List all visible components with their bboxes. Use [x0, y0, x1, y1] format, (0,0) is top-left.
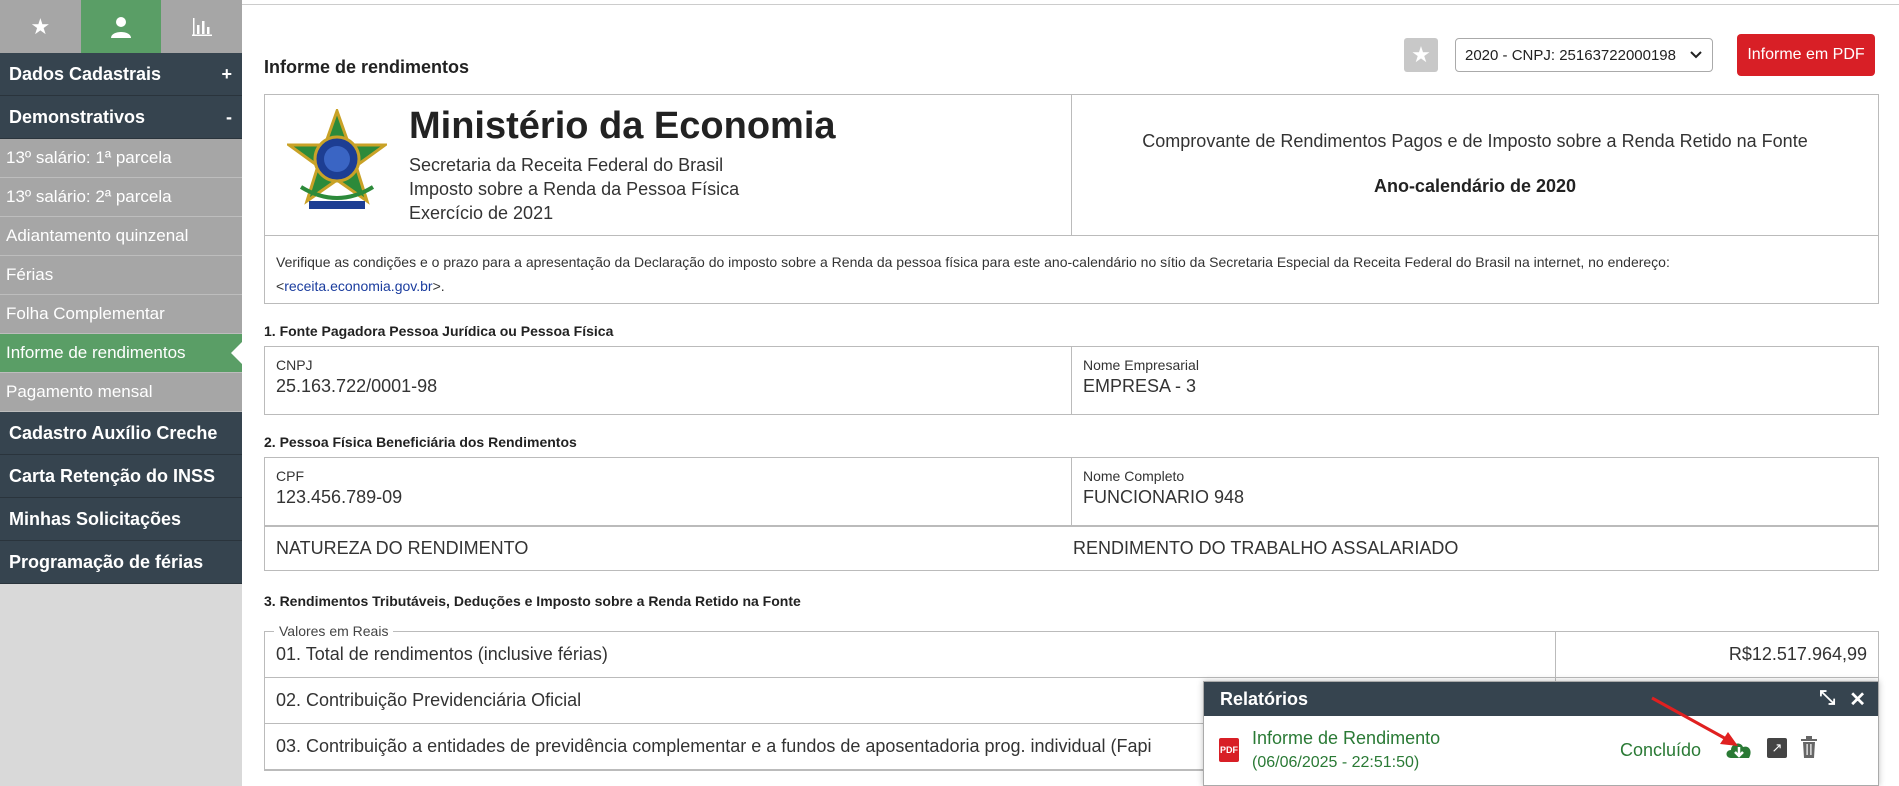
- menu-section-programacao-ferias[interactable]: Programação de férias: [0, 541, 242, 584]
- section-1-heading: 1. Fonte Pagadora Pessoa Jurídica ou Pes…: [264, 323, 614, 339]
- report-item: PDF Informe de Rendimento (06/06/2025 - …: [1204, 716, 1878, 786]
- report-name[interactable]: Informe de Rendimento: [1252, 728, 1440, 749]
- sidebar-item-13-primeira[interactable]: 13º salário: 1ª parcela: [0, 139, 242, 178]
- trash-icon[interactable]: [1800, 736, 1818, 758]
- sidebar-item-folha-complementar[interactable]: Folha Complementar: [0, 295, 242, 334]
- reports-title: Relatórios: [1220, 688, 1309, 709]
- receita-link[interactable]: receita.economia.gov.br: [284, 278, 432, 294]
- section-3-heading: 3. Rendimentos Tributáveis, Deduções e I…: [264, 593, 801, 609]
- open-external-icon[interactable]: ↗: [1767, 738, 1787, 758]
- menu-section-auxilio-creche[interactable]: Cadastro Auxílio Creche: [0, 412, 242, 455]
- chevron-down-icon: [1690, 51, 1702, 59]
- sidebar: ★ Dados Cadastrais + Demonstrativos - 13…: [0, 0, 243, 786]
- nome-value: FUNCIONARIO 948: [1083, 487, 1245, 507]
- year-cnpj-select[interactable]: 2020 - CNPJ: 25163722000198: [1455, 38, 1713, 72]
- menu-section-carta-inss[interactable]: Carta Retenção do INSS: [0, 455, 242, 498]
- report-date: (06/06/2025 - 22:51:50): [1252, 754, 1420, 771]
- app: ★ Dados Cadastrais + Demonstrativos - 13…: [0, 0, 1899, 786]
- pdf-export-button[interactable]: Informe em PDF: [1737, 34, 1875, 76]
- ministry-line-2: Imposto sobre a Renda da Pessoa Física: [409, 179, 740, 199]
- ministry-line-3: Exercício de 2021: [409, 203, 554, 223]
- cpf-value: 123.456.789-09: [276, 487, 403, 507]
- menu-section-solicitacoes[interactable]: Minhas Solicitações: [0, 498, 242, 541]
- section-2-heading: 2. Pessoa Física Beneficiária dos Rendim…: [264, 434, 577, 450]
- sidebar-item-adiantamento[interactable]: Adiantamento quinzenal: [0, 217, 242, 256]
- minimize-icon[interactable]: ⤡: [1819, 687, 1835, 712]
- sidebar-item-13-segunda[interactable]: 13º salário: 2ª parcela: [0, 178, 242, 217]
- brazil-emblem-icon: [287, 109, 387, 209]
- fonte-pagadora-row: CNPJ 25.163.722/0001-98 Nome Empresarial…: [264, 346, 1879, 415]
- close-icon[interactable]: ✕: [1849, 687, 1866, 712]
- natureza-value: RENDIMENTO DO TRABALHO ASSALARIADO: [1073, 538, 1459, 558]
- cnpj-label: CNPJ: [276, 357, 313, 373]
- favorite-star-button[interactable]: ★: [1404, 38, 1438, 72]
- nome-label: Nome Completo: [1083, 468, 1185, 484]
- top-divider: [242, 4, 1899, 5]
- plus-icon: +: [221, 63, 232, 84]
- sidebar-tabs: ★: [0, 0, 243, 53]
- ministry-line-1: Secretaria da Receita Federal do Brasil: [409, 155, 724, 175]
- user-icon[interactable]: [80, 0, 162, 53]
- table-row: 01. Total de rendimentos (inclusive féri…: [265, 632, 1878, 678]
- bar-chart-icon[interactable]: [161, 0, 243, 53]
- values-legend: Valores em Reais: [274, 623, 394, 639]
- notice-box: Verifique as condições e o prazo para a …: [264, 235, 1879, 304]
- pdf-file-icon: PDF: [1219, 738, 1239, 762]
- minus-icon: -: [226, 106, 232, 127]
- reports-panel: Relatórios ⤡ ✕ PDF Informe de Rendimento…: [1203, 681, 1879, 786]
- calendar-year: Ano-calendário de 2020: [1373, 176, 1577, 196]
- reports-header: Relatórios ⤡ ✕: [1204, 682, 1878, 716]
- empresa-value: EMPRESA - 3: [1083, 376, 1197, 396]
- form-header: Ministério da Economia Secretaria da Rec…: [264, 94, 1879, 236]
- page-title: Informe de rendimentos: [264, 57, 470, 77]
- menu-section-dados-cadastrais[interactable]: Dados Cadastrais +: [0, 53, 242, 96]
- natureza-row: NATUREZA DO RENDIMENTO RENDIMENTO DO TRA…: [264, 526, 1879, 571]
- natureza-label: NATUREZA DO RENDIMENTO: [276, 538, 529, 558]
- document-title: Comprovante de Rendimentos Pagos e de Im…: [1142, 131, 1808, 151]
- cpf-label: CPF: [276, 468, 304, 484]
- sidebar-item-pagamento-mensal[interactable]: Pagamento mensal: [0, 373, 242, 412]
- cnpj-value: 25.163.722/0001-98: [276, 376, 438, 396]
- annotation-arrow: [1651, 696, 1738, 746]
- sidebar-item-informe-rendimentos[interactable]: Informe de rendimentos: [0, 334, 242, 373]
- star-icon[interactable]: ★: [0, 0, 81, 53]
- empresa-label: Nome Empresarial: [1083, 357, 1199, 373]
- menu-section-demonstrativos[interactable]: Demonstrativos -: [0, 96, 242, 139]
- sidebar-item-ferias[interactable]: Férias: [0, 256, 242, 295]
- ministry-title: Ministério da Economia: [409, 105, 836, 147]
- beneficiario-row: CPF 123.456.789-09 Nome Completo FUNCION…: [264, 457, 1879, 526]
